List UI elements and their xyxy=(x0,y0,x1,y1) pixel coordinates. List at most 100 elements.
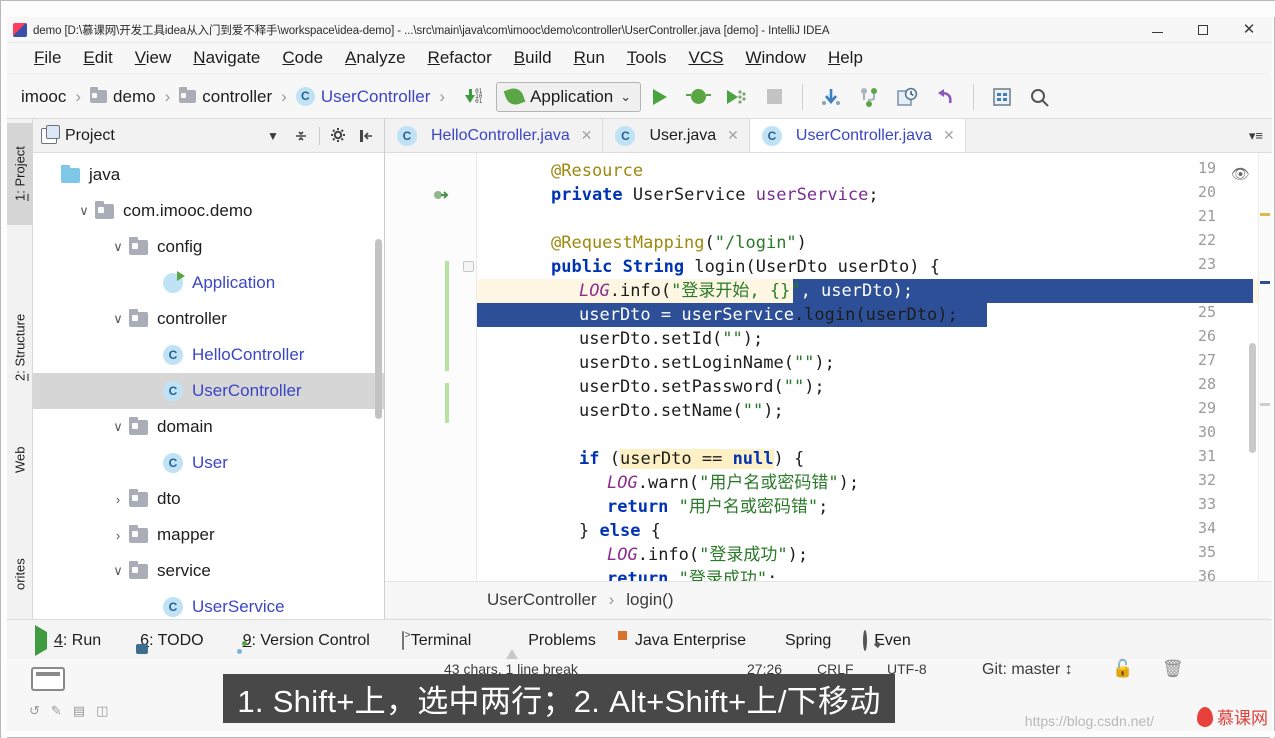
code-editor[interactable]: 192021222324252627282930313233343536 @Re… xyxy=(385,153,1272,581)
menu-item-run[interactable]: Run xyxy=(563,46,616,70)
sync-icon[interactable]: ↺ xyxy=(29,703,40,719)
tree-node-usercontroller[interactable]: C UserController xyxy=(33,373,384,409)
database-button[interactable] xyxy=(987,82,1017,112)
trash-icon[interactable]: 🗑 xyxy=(1162,659,1184,679)
navigation-toolbar: imooc › demo › controller › C UserController › 0… xyxy=(7,75,1272,119)
stop-button[interactable] xyxy=(759,82,789,112)
tree-expand-arrow[interactable]: ∨ xyxy=(73,203,95,219)
menu-item-view[interactable]: View xyxy=(124,46,183,70)
tool-strip-tab-web[interactable]: Web xyxy=(7,429,33,491)
editor-error-stripe[interactable] xyxy=(1258,153,1272,581)
settings-gear-icon[interactable] xyxy=(328,126,348,146)
close-icon[interactable]: ✕ xyxy=(727,127,739,144)
tree-expand-arrow[interactable]: ∨ xyxy=(107,419,129,435)
status-mini-icons: ↺ ✎ ▤ ◫ xyxy=(29,703,108,719)
editor-tab-hellocontrollerjava[interactable]: C HelloController.java ✕ xyxy=(385,119,604,152)
tree-node-user[interactable]: C User xyxy=(33,445,384,481)
inspection-eye-icon[interactable]: 👁 xyxy=(1231,165,1250,183)
memory-indicator-icon[interactable] xyxy=(31,667,65,691)
tree-expand-arrow[interactable]: ∨ xyxy=(107,311,129,327)
tree-node-service[interactable]: ∨ service xyxy=(33,553,384,589)
menu-item-vcs[interactable]: VCS xyxy=(678,46,735,70)
git-branch-indicator[interactable]: Git: master ↕ xyxy=(982,661,1073,679)
fold-collapse-icon[interactable] xyxy=(463,261,474,272)
tool-window-terminal[interactable]: Terminal xyxy=(386,630,487,650)
minimize-button[interactable] xyxy=(1134,17,1180,43)
history-button[interactable] xyxy=(892,82,922,112)
editor-vertical-scrollbar[interactable] xyxy=(1249,343,1256,453)
rollback-button[interactable] xyxy=(930,82,960,112)
tool-window-problems[interactable]: Problems xyxy=(487,631,612,664)
tree-node-application[interactable]: Application xyxy=(33,265,384,301)
menu-item-help[interactable]: Help xyxy=(817,46,874,70)
commit-button[interactable] xyxy=(854,82,884,112)
menu-item-window[interactable]: Window xyxy=(734,46,816,70)
tree-expand-arrow[interactable]: ∨ xyxy=(107,239,129,255)
menu-item-analyze[interactable]: Analyze xyxy=(334,46,416,70)
menu-item-edit[interactable]: Edit xyxy=(72,46,123,70)
tool-strip-tab-structure[interactable]: 2: Structure xyxy=(7,287,33,407)
tool-window-javaenterprise[interactable]: Java Enterprise xyxy=(612,632,762,650)
project-tree-scrollbar[interactable] xyxy=(375,239,382,419)
tool-strip-tab-orites[interactable]: orites xyxy=(7,539,33,609)
debug-button[interactable] xyxy=(683,82,713,112)
breadcrumb-item-demo[interactable]: demo xyxy=(90,87,156,107)
breadcrumb-item-controller[interactable]: controller xyxy=(179,87,272,107)
menu-item-code[interactable]: Code xyxy=(271,46,334,70)
update-project-button[interactable] xyxy=(816,82,846,112)
tree-expand-arrow[interactable]: › xyxy=(107,528,129,543)
search-everywhere-button[interactable] xyxy=(1025,82,1055,112)
pencil-icon[interactable]: ✎ xyxy=(51,703,62,719)
tab-list-chevron-icon[interactable]: ▾≡ xyxy=(1249,128,1263,144)
menu-item-build[interactable]: Build xyxy=(503,46,563,70)
code-line-32: LOG.warn("用户名或密码错"); xyxy=(607,473,860,493)
tool-window-versioncontrol[interactable]: 9: Version Control xyxy=(220,632,386,650)
tree-node-domain[interactable]: ∨ domain xyxy=(33,409,384,445)
unlocked-icon[interactable]: 🔓 xyxy=(1112,659,1133,679)
hide-panel-icon[interactable] xyxy=(356,126,376,146)
download-sources-button[interactable]: 01 10 01 xyxy=(458,82,488,112)
tree-node-controller[interactable]: ∨ controller xyxy=(33,301,384,337)
tool-window-spring[interactable]: Spring xyxy=(762,632,847,650)
editor-tab-userjava[interactable]: C User.java ✕ xyxy=(603,119,750,152)
tree-node-hellocontroller[interactable]: C HelloController xyxy=(33,337,384,373)
editor-gutter[interactable] xyxy=(385,153,477,581)
tree-node-mapper[interactable]: › mapper xyxy=(33,517,384,553)
maximize-button[interactable] xyxy=(1180,17,1226,43)
tree-node-dto[interactable]: › dto xyxy=(33,481,384,517)
expand-collapse-icon[interactable] xyxy=(291,126,311,146)
close-icon[interactable]: ✕ xyxy=(943,127,955,144)
breadcrumb-separator: › xyxy=(281,86,287,106)
run-configuration-selector[interactable]: Application ⌄ xyxy=(496,81,642,112)
breadcrumb-class[interactable]: UserController xyxy=(487,590,597,610)
menu-item-file[interactable]: File xyxy=(23,46,72,70)
menu-item-refactor[interactable]: Refactor xyxy=(417,46,503,70)
breadcrumb-item-usercontroller[interactable]: C UserController xyxy=(295,87,430,107)
tree-node-comimoocdemo[interactable]: ∨ com.imooc.demo xyxy=(33,193,384,229)
run-with-coverage-button[interactable] xyxy=(721,82,751,112)
tool-window-run[interactable]: 4: Run xyxy=(19,624,117,656)
tree-node-config[interactable]: ∨ config xyxy=(33,229,384,265)
tool-window-even[interactable]: Even xyxy=(847,629,926,651)
close-button[interactable]: ✕ xyxy=(1226,17,1272,43)
breadcrumb-method[interactable]: login() xyxy=(626,590,673,610)
editor-tab-usercontrollerjava[interactable]: C UserController.java ✕ xyxy=(749,119,966,152)
bean-injection-icon[interactable] xyxy=(433,187,449,203)
layout-icon[interactable]: ◫ xyxy=(96,703,108,719)
tool-strip-tab-project[interactable]: 1: Project xyxy=(7,123,33,225)
tree-expand-arrow[interactable]: ∨ xyxy=(107,563,129,579)
stack-icon[interactable]: ▤ xyxy=(73,703,85,719)
breadcrumb: imooc › demo › controller › C UserController › xyxy=(21,87,454,107)
tool-window-label: Terminal xyxy=(410,631,472,649)
breadcrumb-item-imooc[interactable]: imooc xyxy=(21,87,66,107)
code-text-area[interactable]: @Resource private UserService userService… xyxy=(477,153,1272,581)
close-icon[interactable]: ✕ xyxy=(581,127,593,144)
menu-item-tools[interactable]: Tools xyxy=(616,46,678,70)
run-button[interactable] xyxy=(645,82,675,112)
menu-item-navigate[interactable]: Navigate xyxy=(182,46,271,70)
vcs-update-icon xyxy=(822,88,841,105)
tree-expand-arrow[interactable]: › xyxy=(107,492,129,507)
tree-node-java[interactable]: java xyxy=(33,157,384,193)
tool-window-todo[interactable]: 6: TODO xyxy=(117,632,219,650)
chevron-down-icon[interactable]: ▼ xyxy=(263,126,283,146)
